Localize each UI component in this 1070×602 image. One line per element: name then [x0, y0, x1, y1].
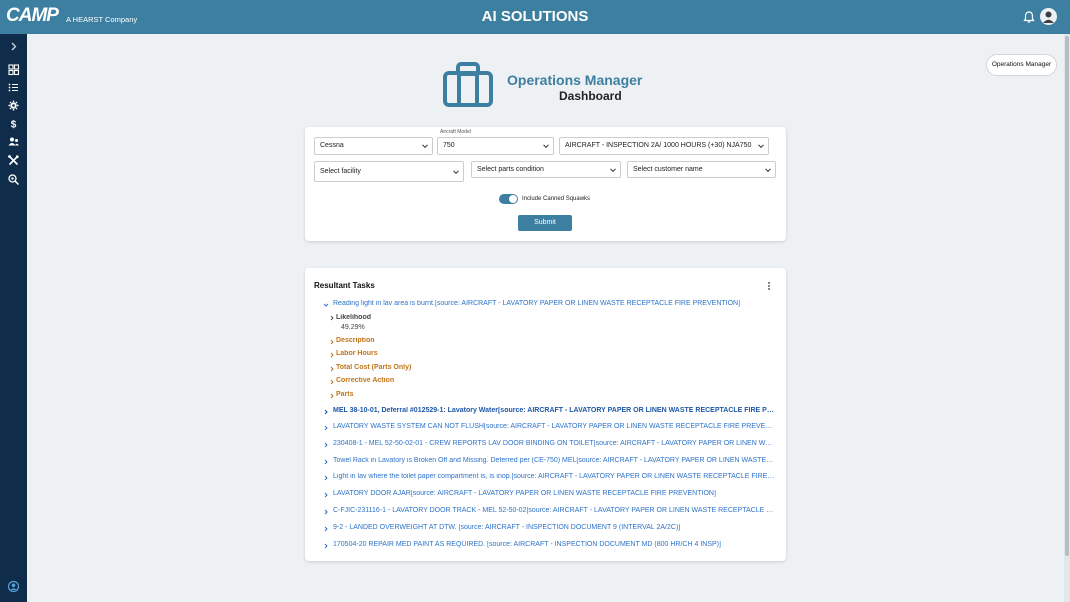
- page-scrollbar[interactable]: [1064, 34, 1070, 602]
- search-icon[interactable]: [7, 173, 20, 186]
- dashboard-icon[interactable]: [7, 63, 20, 76]
- briefcase-icon: [443, 62, 493, 107]
- chevron-right-icon[interactable]: [323, 475, 329, 481]
- task-item[interactable]: MEL 38-10-01, Deferral #012529-1: Lavato…: [333, 407, 775, 419]
- canned-squawks-toggle[interactable]: [499, 194, 518, 204]
- aircraft-model-select[interactable]: 750: [437, 137, 554, 155]
- section-labor-hours[interactable]: Labor Hours: [336, 350, 536, 362]
- task-item[interactable]: 230408-1 - MEL 52-50-02-01 - CREW REPORT…: [333, 440, 775, 452]
- chevron-right-icon[interactable]: [323, 442, 329, 448]
- task-item[interactable]: C-FJIC-231116-1 - LAVATORY DOOR TRACK - …: [333, 507, 775, 519]
- chevron-right-icon[interactable]: [329, 366, 335, 372]
- aircraft-make-value: Cessna: [320, 142, 344, 149]
- more-options-icon[interactable]: [767, 281, 771, 291]
- task-item[interactable]: LAVATORY DOOR AJAR[source: AIRCRAFT - LA…: [333, 490, 775, 502]
- task-expanded-title[interactable]: Reading light in lav area is burnt.[sour…: [333, 300, 778, 312]
- chevron-right-icon[interactable]: [329, 339, 335, 345]
- chevron-right-icon[interactable]: [323, 425, 329, 431]
- svg-text:$: $: [11, 120, 17, 131]
- bell-icon[interactable]: [1022, 10, 1036, 24]
- list-icon[interactable]: [7, 81, 20, 94]
- likelihood-value: 49.29%: [341, 324, 365, 331]
- task-item[interactable]: Towel Rack in Lavatory is Broken Off and…: [333, 457, 775, 469]
- aircraft-model-label: Aircraft Model: [440, 129, 471, 135]
- chevron-down-icon: [543, 142, 549, 149]
- chevron-right-icon[interactable]: [323, 409, 329, 415]
- section-total-cost[interactable]: Total Cost (Parts Only): [336, 364, 536, 376]
- chevron-down-icon[interactable]: [323, 302, 329, 308]
- filters-card: Cessna Aircraft Model 750 AIRCRAFT - INS…: [305, 127, 786, 241]
- task-item[interactable]: 170504-20 REPAIR MED PAINT AS REQUIRED. …: [333, 541, 775, 553]
- chevron-right-icon[interactable]: [323, 543, 329, 549]
- customer-select[interactable]: Select customer name: [627, 161, 776, 178]
- page-subtitle: Dashboard: [559, 89, 622, 103]
- app-title: AI SOLUTIONS: [481, 8, 589, 25]
- task-item[interactable]: 9-2 - LANDED OVERWEIGHT AT DTW. [source:…: [333, 524, 775, 536]
- inspection-value: AIRCRAFT - INSPECTION 2A/ 1000 HOURS (+3…: [565, 142, 752, 149]
- inspection-select[interactable]: AIRCRAFT - INSPECTION 2A/ 1000 HOURS (+3…: [559, 137, 769, 155]
- chevron-right-icon[interactable]: [323, 526, 329, 532]
- parts-condition-placeholder: Select parts condition: [477, 166, 544, 173]
- user-avatar-icon[interactable]: [1040, 8, 1057, 25]
- task-item[interactable]: LAVATORY WASTE SYSTEM CAN NOT FLUSH[sour…: [333, 423, 775, 435]
- chevron-right-icon[interactable]: [323, 459, 329, 465]
- sidebar: $: [0, 34, 27, 602]
- section-description[interactable]: Description: [336, 337, 536, 349]
- facility-select[interactable]: Select facility: [314, 161, 464, 182]
- aircraft-make-select[interactable]: Cessna: [314, 137, 433, 155]
- chevron-right-icon[interactable]: [323, 509, 329, 515]
- account-icon[interactable]: [7, 580, 20, 593]
- chevron-right-icon[interactable]: [7, 40, 20, 53]
- dollar-icon[interactable]: $: [7, 117, 20, 131]
- gear-icon[interactable]: [7, 99, 20, 112]
- users-icon[interactable]: [7, 135, 20, 148]
- submit-button[interactable]: Submit: [518, 215, 572, 231]
- section-parts[interactable]: Parts: [336, 391, 536, 403]
- chevron-right-icon[interactable]: [329, 315, 335, 321]
- tools-icon[interactable]: [7, 154, 20, 167]
- chevron-right-icon[interactable]: [329, 393, 335, 399]
- section-corrective-action[interactable]: Corrective Action: [336, 377, 536, 389]
- canned-squawks-label: Include Canned Squawks: [522, 196, 591, 202]
- facility-placeholder: Select facility: [320, 168, 361, 175]
- tasks-title: Resultant Tasks: [314, 281, 375, 290]
- parts-condition-select[interactable]: Select parts condition: [471, 161, 621, 178]
- chevron-down-icon: [758, 142, 764, 149]
- chevron-down-icon: [422, 142, 428, 149]
- chevron-right-icon[interactable]: [329, 379, 335, 385]
- toggle-knob: [509, 195, 517, 203]
- task-item[interactable]: Light in lav where the toilet paper comp…: [333, 473, 775, 485]
- chevron-right-icon[interactable]: [323, 492, 329, 498]
- aircraft-model-value: 750: [443, 142, 455, 149]
- role-badge[interactable]: Operations Manager: [986, 54, 1057, 76]
- chevron-down-icon: [765, 165, 771, 172]
- scroll-thumb[interactable]: [1065, 36, 1069, 556]
- top-bar: CAMP A HEARST Company AI SOLUTIONS: [0, 0, 1070, 34]
- chevron-down-icon: [610, 165, 616, 172]
- chevron-down-icon: [453, 167, 459, 174]
- resultant-tasks-card: Resultant Tasks Reading light in lav are…: [305, 268, 786, 561]
- page-title: Operations Manager: [507, 72, 643, 88]
- chevron-right-icon[interactable]: [329, 352, 335, 358]
- customer-placeholder: Select customer name: [633, 166, 703, 173]
